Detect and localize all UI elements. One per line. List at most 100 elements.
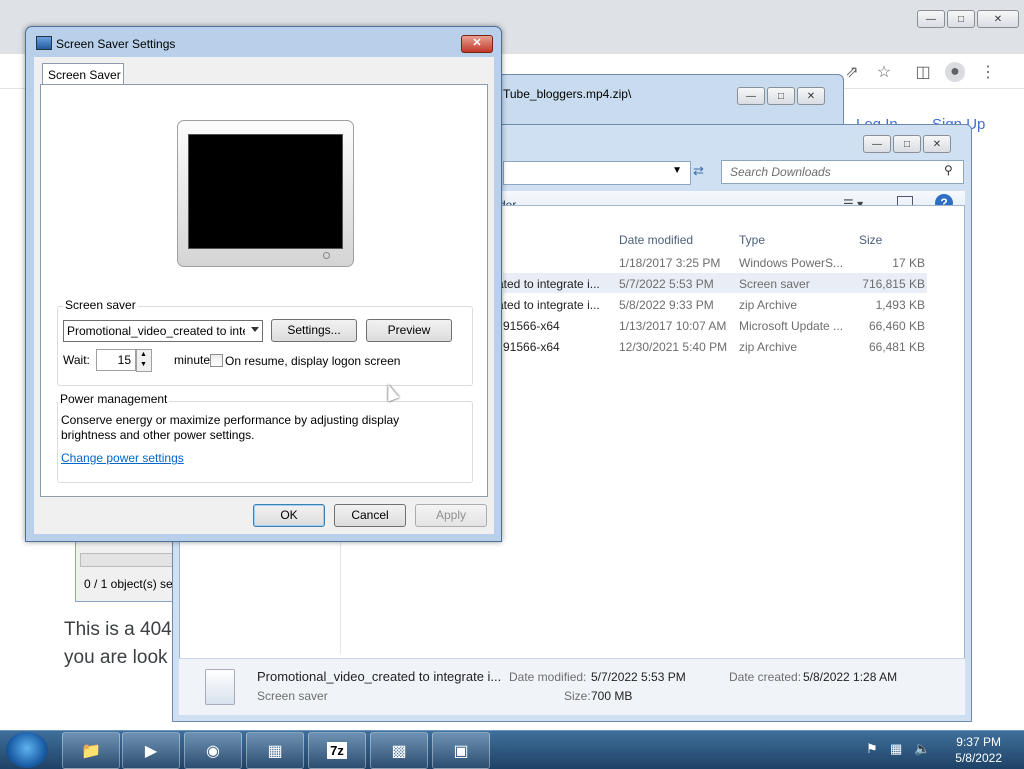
clock[interactable]: 9:37 PM 5/8/2022 — [955, 734, 1002, 766]
file-name[interactable]: ated to integrate i... — [497, 298, 600, 312]
screen-saver-dialog: Screen Saver Settings ✕ Screen Saver Scr… — [25, 26, 502, 542]
details-filetype: Screen saver — [257, 689, 328, 703]
power-description-line-1: Conserve energy or maximize performance … — [61, 413, 400, 427]
profile-avatar-icon[interactable]: ● — [945, 62, 965, 82]
file-type: Windows PowerS... — [739, 256, 844, 270]
search-input[interactable]: Search Downloads ⚲ — [721, 160, 964, 184]
wait-label: Wait: — [63, 353, 90, 367]
file-date: 5/7/2022 5:53 PM — [619, 277, 714, 291]
horizontal-scrollbar[interactable] — [80, 553, 174, 567]
power-group-label: Power management — [58, 392, 170, 406]
details-filename: Promotional_video_created to integrate i… — [257, 669, 502, 684]
browser-window-controls: — □ ✕ — [917, 10, 1019, 28]
column-header-date[interactable]: Date modified — [619, 233, 693, 247]
file-date: 1/13/2017 10:07 AM — [619, 319, 727, 333]
spin-down-icon[interactable]: ▼ — [140, 361, 147, 368]
sevenzip-title: Tube_bloggers.mp4.zip\ — [503, 87, 632, 101]
file-type: Microsoft Update ... — [739, 319, 844, 333]
cancel-button[interactable]: Cancel — [334, 504, 406, 527]
file-type: zip Archive — [739, 298, 798, 312]
start-button[interactable] — [6, 732, 48, 768]
wait-value: 15 — [117, 353, 131, 367]
change-power-settings-link[interactable]: Change power settings — [61, 451, 184, 465]
volume-icon[interactable]: 🔈 — [914, 741, 930, 757]
monitor-preview — [177, 120, 354, 267]
file-size: 17 KB — [892, 256, 925, 270]
bookmark-star-icon[interactable]: ☆ — [874, 62, 894, 82]
file-size: 66,481 KB — [868, 340, 925, 354]
flag-icon[interactable]: ⚑ — [866, 741, 878, 757]
sevenzip-window-controls: — □ ✕ — [737, 87, 825, 105]
file-name[interactable]: 91566-x64 — [503, 319, 560, 333]
explorer-taskbar-icon[interactable]: 📁 — [62, 732, 120, 769]
ok-button[interactable]: OK — [253, 504, 325, 527]
minimize-button[interactable]: — — [863, 135, 891, 153]
details-date-modified-label: Date modified: — [509, 670, 587, 684]
minimize-button[interactable]: — — [737, 87, 765, 105]
file-name[interactable]: ated to integrate i... — [497, 277, 600, 291]
details-pane: Promotional_video_created to integrate i… — [179, 658, 965, 715]
file-type: Screen saver — [739, 277, 810, 291]
close-button[interactable]: ✕ — [923, 135, 951, 153]
screensaver-select[interactable]: Promotional_video_created to integrate — [63, 320, 263, 342]
dialog-title: Screen Saver Settings — [56, 37, 176, 51]
search-icon[interactable]: ⚲ — [944, 163, 953, 177]
details-size-label: Size: — [564, 689, 591, 703]
spin-up-icon[interactable]: ▲ — [140, 351, 147, 358]
tab-page: Screen saver Promotional_video_created t… — [40, 84, 488, 497]
file-size: 716,815 KB — [862, 277, 925, 291]
file-name[interactable]: 91566-x64 — [503, 340, 560, 354]
chrome-taskbar-icon[interactable]: ◉ — [184, 732, 242, 769]
tab-screen-saver[interactable]: Screen Saver — [42, 63, 124, 86]
sevenzip-status-area: 0 / 1 object(s) se — [75, 540, 177, 602]
maximize-button[interactable]: □ — [893, 135, 921, 153]
file-type: zip Archive — [739, 340, 798, 354]
minimize-button[interactable]: — — [917, 10, 945, 28]
taskbar: 📁 ▶ ◉ ▦ 7z ▩ ▣ ⚑ ▦ 🔈 9:37 PM 5/8/2022 — [0, 730, 1024, 769]
chevron-down-icon[interactable]: ▼ — [672, 165, 682, 176]
explorer-window-controls: — □ ✕ — [863, 135, 951, 153]
more-menu-icon[interactable]: ⋮ — [978, 62, 998, 82]
apply-button[interactable]: Apply — [415, 504, 487, 527]
maximize-button[interactable]: □ — [767, 87, 795, 105]
details-date-modified: 5/7/2022 5:53 PM — [591, 670, 686, 684]
sevenzip-label: 7z — [327, 742, 347, 759]
dialog-close-button[interactable]: ✕ — [461, 35, 493, 53]
refresh-icon[interactable]: ⇄ — [693, 163, 704, 179]
details-date-created: 5/8/2022 1:28 AM — [803, 670, 898, 684]
address-bar[interactable]: ▼ — [503, 161, 691, 185]
maximize-button[interactable]: □ — [947, 10, 975, 28]
sevenzip-taskbar-icon[interactable]: 7z — [308, 732, 366, 769]
clock-date: 5/8/2022 — [955, 751, 1002, 765]
column-header-size[interactable]: Size — [859, 233, 882, 247]
close-button[interactable]: ✕ — [797, 87, 825, 105]
clock-time: 9:37 PM — [956, 735, 1001, 749]
close-button[interactable]: ✕ — [977, 10, 1019, 28]
error-text-line-1: This is a 404 — [64, 619, 172, 640]
file-date: 1/18/2017 3:25 PM — [619, 256, 721, 270]
file-date: 5/8/2022 9:33 PM — [619, 298, 714, 312]
side-panel-icon[interactable]: ◫ — [913, 62, 933, 82]
resume-logon-label[interactable]: On resume, display logon screen — [225, 354, 400, 368]
settings-button[interactable]: Settings... — [271, 319, 357, 342]
preview-button[interactable]: Preview — [366, 319, 452, 342]
power-led-icon — [323, 252, 330, 259]
display-settings-icon — [36, 36, 52, 50]
media-player-taskbar-icon[interactable]: ▶ — [122, 732, 180, 769]
resume-logon-checkbox[interactable] — [210, 354, 223, 367]
column-header-type[interactable]: Type — [739, 233, 765, 247]
file-size: 66,460 KB — [868, 319, 925, 333]
wait-minutes-input[interactable]: 15 — [96, 349, 136, 371]
chevron-down-icon — [251, 327, 259, 332]
search-placeholder: Search Downloads — [730, 165, 831, 179]
control-panel-taskbar-icon[interactable]: ▦ — [246, 732, 304, 769]
network-icon[interactable]: ▦ — [890, 741, 902, 757]
file-size: 1,493 KB — [875, 298, 925, 312]
sevenzip-window: Tube_bloggers.mp4.zip\ — □ ✕ — [492, 74, 844, 126]
tab-label: Screen Saver — [48, 68, 121, 82]
wait-spinner-buttons[interactable]: ▲ ▼ — [136, 349, 152, 372]
cmd-taskbar-icon[interactable]: ▩ — [370, 732, 428, 769]
share-icon[interactable]: ⇗ — [842, 62, 862, 82]
screensaver-settings-taskbar-icon[interactable]: ▣ — [432, 732, 490, 769]
screensaver-file-icon — [205, 669, 235, 705]
